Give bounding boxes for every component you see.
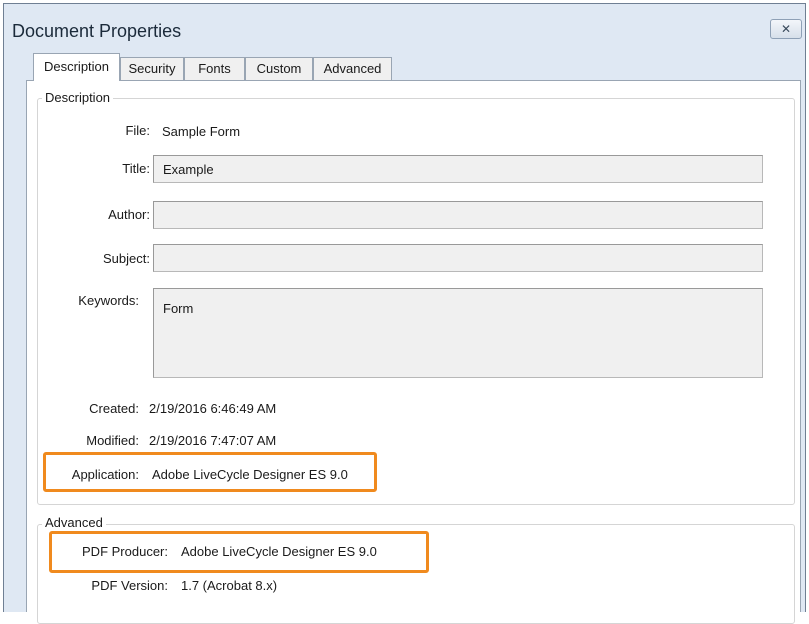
created-value: 2/19/2016 6:46:49 AM [149, 401, 277, 416]
tab-advanced[interactable]: Advanced [313, 57, 392, 80]
application-label: Application: [71, 467, 139, 482]
pdf-version-value: 1.7 (Acrobat 8.x) [181, 578, 278, 593]
pdf-producer-label: PDF Producer: [82, 544, 168, 559]
keywords-label: Keywords: [78, 293, 139, 308]
advanced-legend: Advanced [42, 515, 106, 530]
dialog-title: Document Properties [12, 21, 182, 41]
application-value: Adobe LiveCycle Designer ES 9.0 [152, 467, 348, 482]
subject-field[interactable] [153, 244, 763, 272]
tab-security[interactable]: Security [120, 57, 184, 80]
author-label: Author: [108, 207, 150, 222]
created-label: Created: [89, 401, 139, 416]
file-label: File: [125, 123, 150, 138]
tab-fonts[interactable]: Fonts [184, 57, 245, 80]
title-field[interactable]: Example [153, 155, 763, 183]
file-value: Sample Form [162, 124, 241, 139]
keywords-field[interactable]: Form [153, 288, 763, 378]
subject-label: Subject: [103, 251, 150, 266]
pdf-version-label: PDF Version: [91, 578, 168, 593]
close-button[interactable]: ✕ [770, 19, 802, 39]
modified-label: Modified: [86, 433, 139, 448]
close-icon: ✕ [780, 22, 792, 36]
tab-custom[interactable]: Custom [245, 57, 313, 80]
advanced-group [37, 524, 795, 624]
pdf-producer-value: Adobe LiveCycle Designer ES 9.0 [181, 544, 377, 559]
description-legend: Description [42, 90, 114, 105]
tab-description[interactable]: Description [33, 53, 120, 81]
tab-panel-description: Description File: Sample Form Title: Exa… [26, 80, 801, 624]
modified-value: 2/19/2016 7:47:07 AM [149, 433, 277, 448]
title-label: Title: [122, 161, 150, 176]
author-field[interactable] [153, 201, 763, 229]
